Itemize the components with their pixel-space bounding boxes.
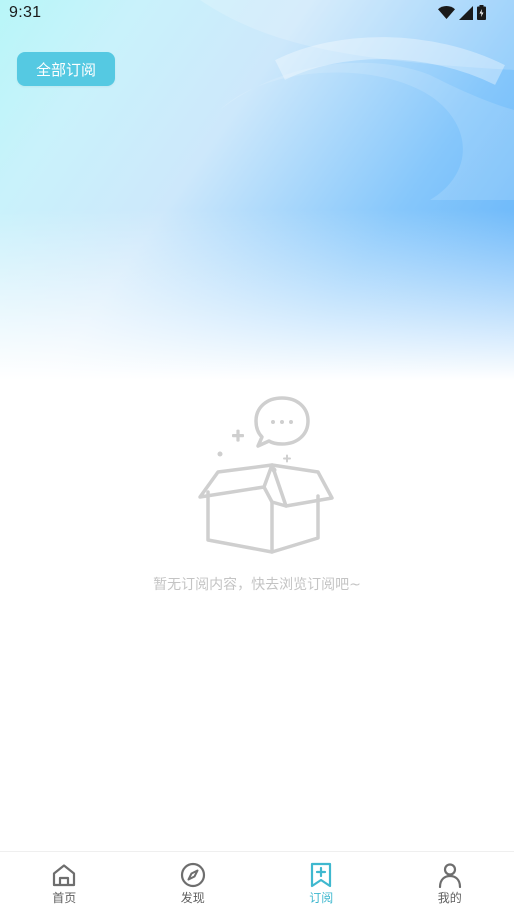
empty-box-icon (198, 396, 334, 554)
nav-label-home: 首页 (52, 891, 77, 905)
user-icon (438, 863, 461, 888)
home-icon (53, 864, 76, 887)
compass-icon (180, 862, 205, 888)
bookmark-plus-icon (311, 862, 332, 888)
bottom-nav: 首页 发现 订阅 我的 (0, 851, 514, 915)
screen: 9:31 全部订阅 暂无订阅内容，快去浏览订阅吧~ 首页 发现 订阅 我的 (0, 0, 514, 915)
nav-label-discover: 发现 (180, 891, 205, 905)
status-time: 9:31 (9, 4, 42, 21)
nav-item-discover[interactable]: 发现 (129, 852, 258, 915)
battery-icon (477, 5, 486, 20)
nav-label-subscribe: 订阅 (309, 891, 334, 905)
nav-label-mine: 我的 (437, 891, 462, 905)
empty-state-message: 暂无订阅内容，快去浏览订阅吧~ (153, 577, 361, 593)
status-bar: 9:31 (0, 0, 514, 28)
nav-item-subscribe[interactable]: 订阅 (257, 852, 386, 915)
nav-item-mine[interactable]: 我的 (386, 852, 514, 915)
nav-item-home[interactable]: 首页 (0, 852, 129, 915)
signal-icon (459, 5, 473, 20)
all-subscriptions-button[interactable]: 全部订阅 (17, 52, 115, 86)
wifi-icon (438, 5, 455, 20)
status-icons (438, 5, 486, 20)
